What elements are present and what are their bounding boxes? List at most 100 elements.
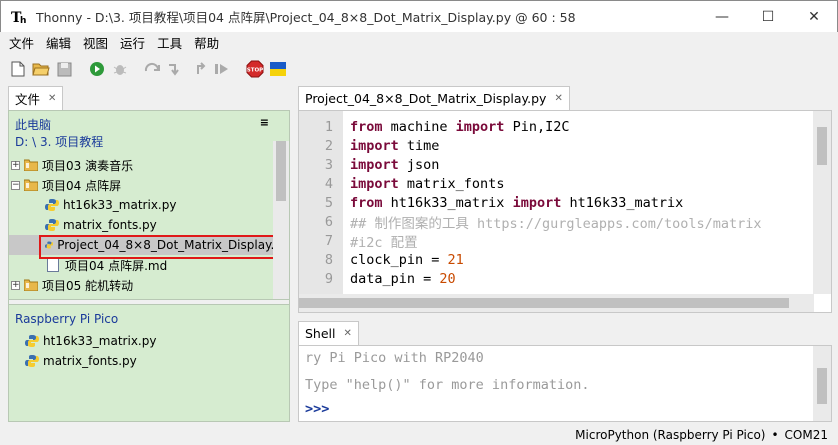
device-file[interactable]: matrix_fonts.py: [9, 351, 273, 371]
files-tab-bar: 文件 ✕: [0, 86, 296, 110]
thonny-logo-icon: Th: [10, 7, 30, 27]
tab-editor-file[interactable]: Project_04_8×8_Dot_Matrix_Display.py ✕: [298, 86, 570, 110]
shell-output-line: ry Pi Pico with RP2040: [305, 350, 484, 366]
menu-bar: 文件 编辑 视图 运行 工具 帮助: [0, 32, 838, 52]
close-icon[interactable]: ✕: [48, 93, 56, 104]
run-button[interactable]: [87, 59, 107, 79]
tree-file-selected[interactable]: Project_04_8×8_Dot_Matrix_Display.py: [9, 235, 289, 255]
code-line[interactable]: 6 ## 制作图案的工具 https://gurgleapps.com/tools…: [299, 212, 814, 232]
save-file-button[interactable]: [54, 59, 74, 79]
tree-folder[interactable]: + 项目03 演奏音乐: [9, 155, 289, 175]
close-icon[interactable]: ✕: [344, 328, 352, 339]
files-pane: 此电脑 D: \ 3. 项目教程 ≡ + 项目03 演奏音乐 − 项目04 点阵…: [8, 110, 290, 422]
menu-view[interactable]: 视图: [77, 33, 114, 52]
shell-scrollbar[interactable]: [813, 346, 831, 421]
code-text: data_pin = 20: [343, 271, 456, 287]
status-separator: •: [771, 427, 779, 442]
minimize-button[interactable]: —: [699, 1, 745, 32]
toolbar: STOP: [0, 54, 838, 84]
tab-shell[interactable]: Shell ✕: [298, 321, 359, 345]
tree-label: 项目04 点阵屏.md: [65, 258, 168, 273]
collapse-icon[interactable]: −: [11, 180, 20, 190]
window-title: Thonny - D:\3. 项目教程\项目04 点阵屏\Project_04_…: [36, 10, 576, 25]
editor-horizontal-scrollbar[interactable]: [299, 294, 814, 312]
line-number: 4: [324, 175, 333, 192]
code-line[interactable]: 1 from machine import Pin,I2C: [299, 117, 814, 136]
code-token: time: [398, 137, 440, 154]
port-label[interactable]: COM21: [785, 428, 828, 442]
step-out-button[interactable]: [189, 59, 209, 79]
code-editor[interactable]: 1 from machine import Pin,I2C 2 import time…: [298, 110, 832, 313]
code-text: #i2c 配置: [343, 231, 418, 251]
number-token: 21: [447, 251, 464, 268]
line-number: 6: [324, 213, 333, 230]
code-text: import matrix_fonts: [343, 176, 504, 192]
keyword-token: import: [455, 118, 505, 135]
step-over-icon: [144, 62, 160, 72]
expand-icon[interactable]: +: [11, 160, 20, 170]
close-icon[interactable]: ✕: [554, 93, 562, 104]
shell-console[interactable]: ry Pi Pico with RP2040 Type "help()" for…: [298, 345, 832, 422]
folder-icon: [24, 279, 38, 291]
code-token: matrix_fonts: [398, 175, 505, 192]
menu-tools[interactable]: 工具: [151, 33, 188, 52]
shell-prompt[interactable]: >>>: [305, 401, 329, 417]
flag-button[interactable]: [268, 59, 288, 79]
tree-file[interactable]: matrix_fonts.py: [9, 215, 289, 235]
pane-divider[interactable]: [9, 299, 289, 305]
menu-edit[interactable]: 编辑: [40, 33, 77, 52]
code-line[interactable]: 2 import time: [299, 136, 814, 155]
code-line[interactable]: 3 import json: [299, 155, 814, 174]
tree-file[interactable]: 项目04 点阵屏.md: [9, 255, 289, 275]
resume-button[interactable]: [212, 59, 232, 79]
code-line[interactable]: 7 #i2c 配置: [299, 231, 814, 251]
files-scrollbar[interactable]: [273, 141, 289, 299]
debug-button[interactable]: [110, 59, 130, 79]
tree-folder[interactable]: − 项目04 点阵屏: [9, 175, 289, 195]
app-name: Thonny: [36, 10, 83, 25]
tree-label: 项目04 点阵屏: [42, 178, 122, 193]
maximize-button[interactable]: ☐: [745, 1, 791, 32]
tab-files[interactable]: 文件 ✕: [8, 86, 64, 110]
keyword-token: import: [350, 175, 399, 192]
shell-tab-label: Shell: [305, 326, 336, 341]
code-text: clock_pin = 21: [343, 252, 464, 268]
editor-tab-bar: Project_04_8×8_Dot_Matrix_Display.py ✕: [298, 86, 832, 110]
code-line[interactable]: 8 clock_pin = 21: [299, 250, 814, 269]
code-line[interactable]: 4 import matrix_fonts: [299, 174, 814, 193]
editor-vertical-scrollbar[interactable]: [813, 111, 831, 294]
expand-icon[interactable]: +: [11, 280, 20, 290]
device-file-list: ht16k33_matrix.py matrix_fonts.py: [9, 331, 273, 371]
code-line[interactable]: 9 data_pin = 20: [299, 269, 814, 288]
interpreter-label[interactable]: MicroPython (Raspberry Pi Pico): [575, 428, 765, 442]
code-text: import time: [343, 138, 439, 154]
line-number: 5: [324, 194, 333, 211]
line-number: 9: [324, 270, 333, 287]
resume-icon: [215, 64, 228, 74]
new-file-button[interactable]: [8, 59, 28, 79]
line-number: 8: [324, 251, 333, 268]
code-area[interactable]: 1 from machine import Pin,I2C 2 import time…: [299, 117, 814, 288]
open-file-button[interactable]: [31, 59, 51, 79]
menu-help[interactable]: 帮助: [188, 33, 225, 52]
this-computer-path[interactable]: D: \ 3. 项目教程: [15, 133, 283, 151]
code-line[interactable]: 5 from ht16k33_matrix import ht16k33_matr…: [299, 193, 814, 212]
menu-file[interactable]: 文件: [3, 33, 40, 52]
menu-icon[interactable]: ≡: [260, 116, 269, 129]
step-over-button[interactable]: [143, 59, 163, 79]
step-into-button[interactable]: [166, 59, 186, 79]
menu-run[interactable]: 运行: [114, 33, 151, 52]
tree-folder[interactable]: + 项目05 舵机转动: [9, 275, 289, 295]
comment-token: #i2c 配置: [350, 234, 418, 251]
python-file-icon: [25, 355, 39, 367]
keyword-token: from: [350, 194, 383, 211]
folder-icon: [24, 179, 38, 191]
stop-button[interactable]: STOP: [245, 59, 265, 79]
this-computer-section: 此电脑 D: \ 3. 项目教程 ≡: [9, 111, 289, 155]
device-file[interactable]: ht16k33_matrix.py: [9, 331, 273, 351]
tree-label: Project_04_8×8_Dot_Matrix_Display.py: [57, 238, 289, 252]
close-button[interactable]: ✕: [791, 1, 837, 32]
cursor-position: @ 60 : 58: [515, 10, 576, 25]
tree-file[interactable]: ht16k33_matrix.py: [9, 195, 289, 215]
shell-output-line: Type "help()" for more information.: [305, 377, 590, 393]
